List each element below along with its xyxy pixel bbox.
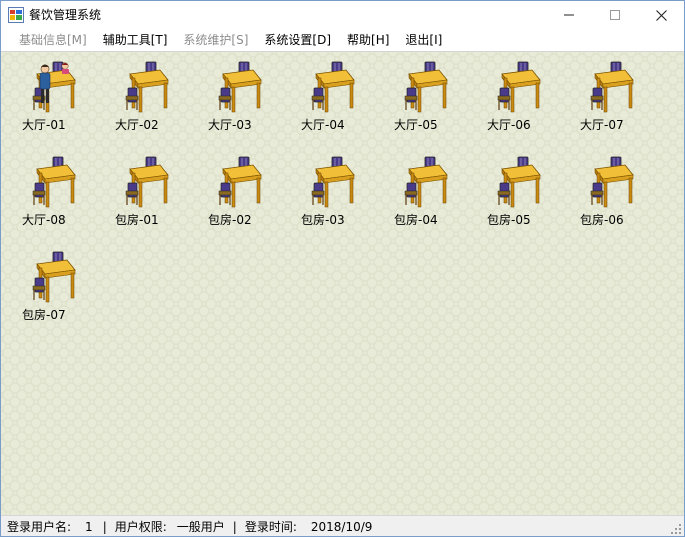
dining-table-icon	[125, 61, 169, 113]
menu-basic-info[interactable]: 基础信息[M]	[11, 29, 95, 51]
menu-exit[interactable]: 退出[I]	[397, 29, 450, 51]
status-role-label: 用户权限:	[114, 520, 167, 534]
maximize-icon	[610, 10, 620, 20]
menu-help[interactable]: 帮助[H]	[339, 29, 397, 51]
dining-table-icon	[311, 156, 355, 208]
table-label: 包房-07	[22, 308, 66, 322]
table-item-1[interactable]: 大厅-01	[7, 60, 87, 140]
window-title: 餐饮管理系统	[29, 8, 102, 22]
dining-table-icon	[125, 156, 169, 208]
table-label: 包房-05	[487, 213, 531, 227]
table-label: 大厅-04	[301, 118, 345, 132]
dining-table-icon	[32, 251, 76, 303]
app-icon	[8, 7, 24, 23]
dining-table-icon	[218, 61, 262, 113]
table-label: 大厅-01	[22, 118, 66, 132]
status-user-label: 登录用户名:	[7, 520, 72, 534]
status-separator: |	[102, 519, 107, 534]
table-item-4[interactable]: 大厅-04	[286, 60, 366, 140]
table-item-3[interactable]: 大厅-03	[193, 60, 273, 140]
table-label: 包房-04	[394, 213, 438, 227]
table-label: 包房-01	[115, 213, 159, 227]
dining-table-icon	[590, 61, 634, 113]
menu-bar: 基础信息[M] 辅助工具[T] 系统维护[S] 系统设置[D] 帮助[H] 退出…	[1, 29, 684, 51]
table-item-15[interactable]: 包房-07	[7, 250, 87, 330]
status-bar: 登录用户名: 1 | 用户权限: 一般用户 | 登录时间: 2018/10/9	[1, 515, 684, 536]
dining-table-icon	[32, 156, 76, 208]
resize-grip-icon[interactable]	[670, 523, 682, 535]
table-item-11[interactable]: 包房-03	[286, 155, 366, 235]
table-label: 包房-06	[580, 213, 624, 227]
dining-table-icon	[404, 156, 448, 208]
table-item-9[interactable]: 包房-01	[100, 155, 180, 235]
status-time-value: 2018/10/9	[310, 519, 373, 534]
dining-table-icon	[497, 61, 541, 113]
maximize-button[interactable]	[592, 1, 638, 29]
dining-table-icon	[32, 61, 76, 113]
table-label: 大厅-07	[580, 118, 624, 132]
table-label: 大厅-03	[208, 118, 252, 132]
status-time-label: 登录时间:	[244, 520, 297, 534]
minimize-button[interactable]	[546, 1, 592, 29]
table-item-10[interactable]: 包房-02	[193, 155, 273, 235]
table-item-14[interactable]: 包房-06	[565, 155, 645, 235]
close-button[interactable]	[638, 1, 684, 29]
table-label: 大厅-06	[487, 118, 531, 132]
table-label: 包房-03	[301, 213, 345, 227]
table-label: 大厅-02	[115, 118, 159, 132]
close-icon	[655, 9, 667, 21]
minimize-icon	[564, 14, 574, 16]
dining-table-icon	[497, 156, 541, 208]
table-item-12[interactable]: 包房-04	[379, 155, 459, 235]
menu-tools[interactable]: 辅助工具[T]	[95, 29, 176, 51]
table-grid: 大厅-01 大厅-02 大厅-03 大厅-04 大厅-05 大厅-06 大厅-0…	[1, 51, 684, 516]
app-window: 餐饮管理系统 基础信息[M] 辅助工具[T] 系统维护[S] 系统设置[D] 帮…	[0, 0, 685, 537]
dining-table-icon	[218, 156, 262, 208]
dining-table-icon	[590, 156, 634, 208]
table-item-8[interactable]: 大厅-08	[7, 155, 87, 235]
table-item-2[interactable]: 大厅-02	[100, 60, 180, 140]
table-label: 大厅-05	[394, 118, 438, 132]
status-role-value: 一般用户	[176, 520, 225, 534]
table-item-7[interactable]: 大厅-07	[565, 60, 645, 140]
table-item-13[interactable]: 包房-05	[472, 155, 552, 235]
title-bar[interactable]: 餐饮管理系统	[1, 1, 684, 29]
menu-settings[interactable]: 系统设置[D]	[256, 29, 339, 51]
table-item-6[interactable]: 大厅-06	[472, 60, 552, 140]
table-label: 包房-02	[208, 213, 252, 227]
dining-table-icon	[404, 61, 448, 113]
status-separator: |	[232, 519, 237, 534]
menu-maintenance[interactable]: 系统维护[S]	[175, 29, 256, 51]
table-label: 大厅-08	[22, 213, 66, 227]
table-item-5[interactable]: 大厅-05	[379, 60, 459, 140]
status-user-value: 1	[85, 519, 93, 534]
dining-table-icon	[311, 61, 355, 113]
